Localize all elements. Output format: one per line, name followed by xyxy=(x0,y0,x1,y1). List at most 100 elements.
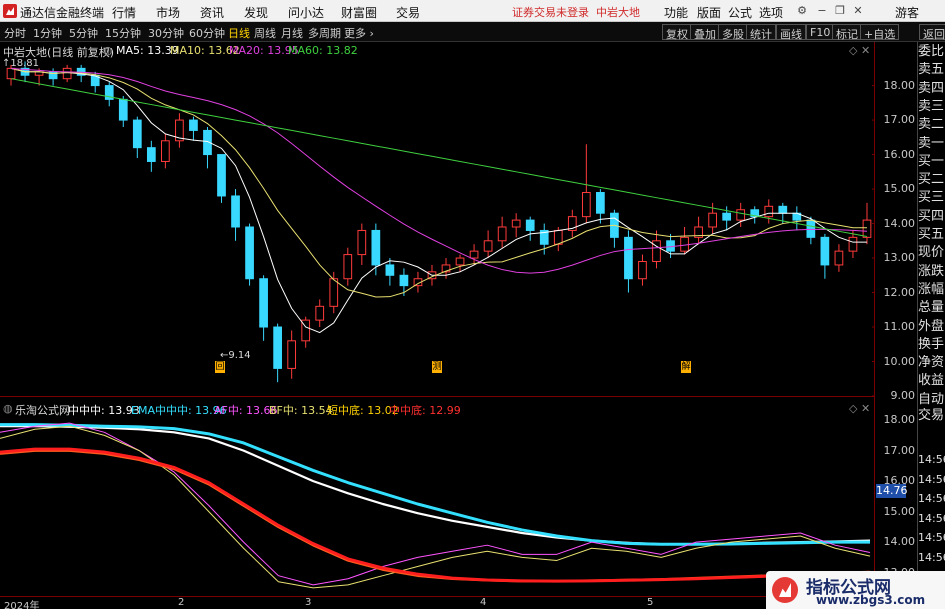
period-15min[interactable]: 15分钟 xyxy=(105,25,141,41)
y-tick-label: 14.00 xyxy=(883,535,916,549)
trade-time: 14:56 xyxy=(918,492,945,506)
y-tick-label: 15.00 xyxy=(883,182,916,196)
stats-button[interactable]: 统计 xyxy=(746,24,776,41)
marker-backtest[interactable]: 回 xyxy=(215,361,225,373)
sidebar-item[interactable]: 外盘 xyxy=(918,319,945,334)
marker-test[interactable]: 测 xyxy=(432,361,442,373)
restore-icon[interactable]: ❐ xyxy=(834,5,846,17)
candle-body xyxy=(581,192,591,218)
candle-body xyxy=(680,236,689,252)
x-label-year: 2024年 xyxy=(4,601,40,609)
x-label-mar: 3 xyxy=(305,597,312,608)
ema-zzz-line xyxy=(0,423,870,546)
back-button[interactable]: 返回 xyxy=(919,24,945,41)
menu-market[interactable]: 市场 xyxy=(156,4,180,21)
y-tick-label: 15.00 xyxy=(883,504,916,518)
chart-options-icon[interactable]: ◇ ✕ xyxy=(849,44,870,57)
period-monthly[interactable]: 月线 xyxy=(281,25,303,41)
marker-explain[interactable]: 解 xyxy=(681,361,691,373)
sidebar-item[interactable]: 卖一 xyxy=(918,136,945,151)
period-1min[interactable]: 1分钟 xyxy=(33,25,62,41)
y-tick-label: 13.00 xyxy=(883,251,916,265)
menu-discover[interactable]: 发现 xyxy=(244,4,268,21)
x-label-feb: 2 xyxy=(178,597,185,608)
sidebar-item[interactable]: 卖四 xyxy=(918,81,945,96)
period-5min[interactable]: 5分钟 xyxy=(69,25,98,41)
trade-time: 14:56 xyxy=(918,511,945,525)
period-more[interactable]: 更多 › xyxy=(344,25,374,41)
candle-body xyxy=(118,98,128,121)
sidebar-item[interactable]: 收益 xyxy=(918,373,945,388)
sidebar-item[interactable]: 总量 xyxy=(918,300,945,315)
period-toolbar: 分时 1分钟 5分钟 15分钟 30分钟 60分钟 日线 周线 月线 多周期 更… xyxy=(0,22,945,42)
f10-button[interactable]: F10 xyxy=(806,24,835,40)
candle-body xyxy=(371,229,381,266)
sidebar-item[interactable]: 买四 xyxy=(918,209,945,224)
menu-quotes[interactable]: 行情 xyxy=(112,4,136,21)
sidebar-item[interactable]: 现价 xyxy=(918,245,945,260)
sidebar-item[interactable]: 卖五 xyxy=(918,62,945,77)
mark-button[interactable]: 标记 xyxy=(832,24,862,41)
period-60min[interactable]: 60分钟 xyxy=(189,25,225,41)
y-tick-label: 17.00 xyxy=(883,113,916,127)
menu-function[interactable]: 功能 xyxy=(664,4,688,21)
menu-options[interactable]: 选项 xyxy=(759,4,783,21)
sidebar-item[interactable]: 委比 xyxy=(918,44,945,59)
sidebar-item[interactable]: 换手 xyxy=(918,337,945,352)
menu-news[interactable]: 资讯 xyxy=(200,4,224,21)
menu-ask[interactable]: 问小达 xyxy=(288,4,324,21)
sidebar-item[interactable]: 买三 xyxy=(918,190,945,205)
draw-button[interactable]: 画线 xyxy=(776,24,806,41)
overlay-button[interactable]: 叠加 xyxy=(690,24,720,41)
menu-wealth[interactable]: 财富圈 xyxy=(341,4,377,21)
sidebar-item[interactable]: 交易 xyxy=(918,408,945,423)
chart-settings-icon[interactable]: ◍ xyxy=(103,44,113,57)
adjust-button[interactable]: 复权 xyxy=(662,24,692,41)
sidebar-item[interactable]: 净资 xyxy=(918,355,945,370)
candle-body xyxy=(385,264,395,276)
candle-body xyxy=(708,212,717,228)
sidebar-item[interactable]: 涨跌 xyxy=(918,264,945,279)
x-axis-line xyxy=(0,596,875,597)
guest-login[interactable]: 游客 xyxy=(895,4,919,21)
candle-body xyxy=(455,257,465,266)
login-notice[interactable]: 证券交易未登录 中岩大地 xyxy=(512,4,640,20)
sidebar-item[interactable]: 涨幅 xyxy=(918,282,945,297)
add-watchlist-button[interactable]: +自选 xyxy=(860,24,900,41)
sidebar-item[interactable]: 卖三 xyxy=(918,99,945,114)
period-weekly[interactable]: 周线 xyxy=(254,25,276,41)
menu-formula[interactable]: 公式 xyxy=(728,4,752,21)
candle-body xyxy=(189,119,198,131)
multi-stock-button[interactable]: 多股 xyxy=(718,24,748,41)
period-tick[interactable]: 分时 xyxy=(4,25,26,41)
candle-body xyxy=(736,209,746,221)
candle-body xyxy=(848,236,858,252)
chevron-right-icon: › xyxy=(369,27,374,40)
minimize-icon[interactable]: − xyxy=(816,5,828,17)
x-label-may: 5 xyxy=(647,597,654,608)
high-price-label: ↑18.81 xyxy=(2,58,40,69)
y-tick-label: 11.00 xyxy=(883,320,916,334)
candle-body xyxy=(132,119,142,149)
period-multi[interactable]: 多周期 xyxy=(308,25,341,41)
sidebar-item[interactable]: 买一 xyxy=(918,154,945,169)
indicator-chart xyxy=(0,422,871,589)
period-daily[interactable]: 日线 xyxy=(228,25,250,41)
candle-body xyxy=(245,226,254,280)
y-tick-label: 17.00 xyxy=(883,443,916,457)
sidebar-item[interactable]: 卖二 xyxy=(918,117,945,132)
candle-body xyxy=(315,305,325,321)
close-icon[interactable]: ✕ xyxy=(852,5,864,17)
main-y-axis: 18.00 17.00 16.00 15.00 14.00 13.00 12.00 11.00… xyxy=(875,58,917,402)
settings-icon[interactable]: ⚙ xyxy=(796,5,808,17)
app-title: 通达信金融终端 xyxy=(20,6,105,20)
sidebar-item[interactable]: 自动 xyxy=(918,392,945,407)
sidebar-item[interactable]: 买二 xyxy=(918,172,945,187)
low-price-label: ←9.14 xyxy=(220,350,251,361)
menu-layout[interactable]: 版面 xyxy=(697,4,721,21)
y-tick-label: 14.00 xyxy=(883,216,916,230)
candle-body xyxy=(778,205,788,214)
period-30min[interactable]: 30分钟 xyxy=(148,25,184,41)
sidebar-item[interactable]: 买五 xyxy=(918,227,945,242)
menu-trade[interactable]: 交易 xyxy=(396,4,420,21)
